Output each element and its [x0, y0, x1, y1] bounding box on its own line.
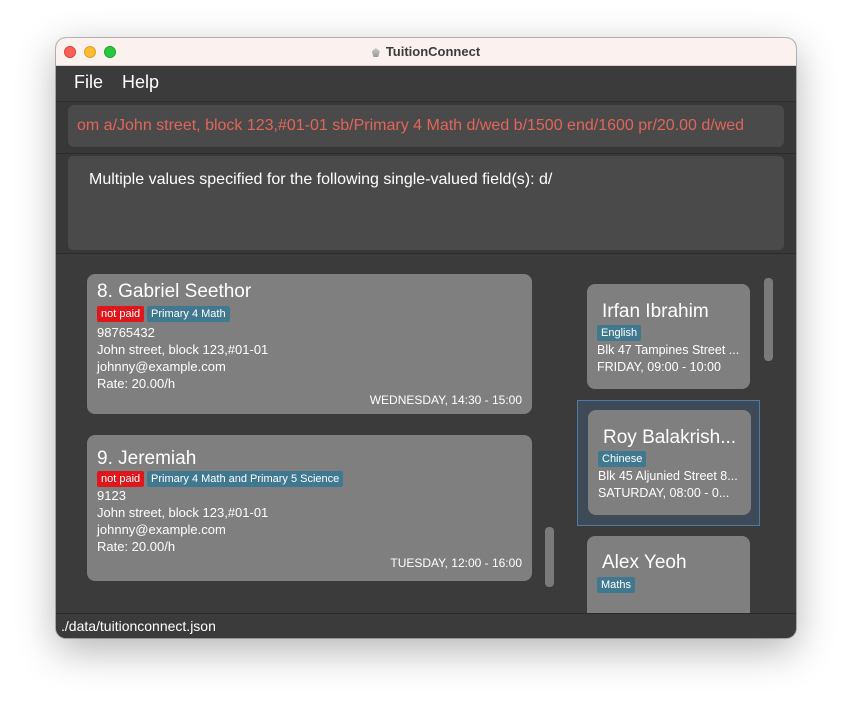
window-title-group: TuitionConnect [56, 44, 796, 59]
schedule-address: Blk 45 Aljunied Street 8... [598, 469, 738, 483]
student-card[interactable]: 8. Gabriel Seethor not paid Primary 4 Ma… [87, 274, 532, 414]
schedule-student-name: Alex Yeoh [602, 552, 687, 573]
subject-tag: Maths [597, 577, 635, 593]
student-email: johnny@example.com [97, 522, 226, 537]
window-title: TuitionConnect [385, 44, 481, 59]
menu-bar: File Help [56, 66, 796, 102]
student-lesson-slot: WEDNESDAY, 14:30 - 15:00 [369, 393, 522, 407]
student-address: John street, block 123,#01-01 [97, 505, 269, 520]
subject-tag: Primary 4 Math and Primary 5 Science [147, 471, 344, 487]
student-card[interactable]: 9. Jeremiah not paid Primary 4 Math and … [87, 435, 532, 581]
title-bar: TuitionConnect [56, 38, 796, 66]
student-phone: 9123 [97, 488, 126, 503]
student-phone: 98765432 [97, 325, 155, 340]
app-icon [371, 48, 380, 57]
payment-status-badge: not paid [97, 471, 145, 487]
payment-status-badge: not paid [97, 306, 145, 322]
data-file-path: ./data/tuitionconnect.json [61, 618, 216, 634]
command-input[interactable] [68, 105, 784, 147]
subject-tag: Primary 4 Math [147, 306, 230, 322]
student-address: John street, block 123,#01-01 [97, 342, 269, 357]
menu-help[interactable]: Help [122, 72, 159, 93]
list-area: 8. Gabriel Seethor not paid Primary 4 Ma… [56, 255, 796, 613]
schedule-address: Blk 47 Tampines Street ... [597, 343, 740, 357]
student-email: johnny@example.com [97, 359, 226, 374]
subject-tag: Chinese [598, 451, 647, 467]
schedule-student-name: Irfan Ibrahim [602, 301, 709, 322]
status-bar: ./data/tuitionconnect.json [56, 613, 796, 638]
student-name: 9. Jeremiah [97, 448, 197, 469]
student-list-scrollbar[interactable] [545, 527, 554, 587]
student-lesson-slot: TUESDAY, 12:00 - 16:00 [390, 556, 522, 570]
schedule-student-name: Roy Balakrish... [603, 427, 737, 448]
schedule-card[interactable]: Alex Yeoh Maths [587, 536, 750, 613]
schedule-card-selected[interactable]: Roy Balakrish... Chinese Blk 45 Aljunied… [588, 410, 751, 515]
student-rate: Rate: 20.00/h [97, 376, 176, 391]
student-name: 8. Gabriel Seethor [97, 281, 252, 302]
schedule-slot: SATURDAY, 08:00 - 0... [598, 486, 730, 500]
app-window: TuitionConnect File Help Multiple values… [56, 38, 796, 638]
command-area [56, 102, 796, 154]
result-display: Multiple values specified for the follow… [68, 156, 784, 250]
menu-file[interactable]: File [74, 72, 103, 93]
student-rate: Rate: 20.00/h [97, 539, 176, 554]
schedule-card[interactable]: Irfan Ibrahim English Blk 47 Tampines St… [587, 284, 750, 389]
schedule-slot: FRIDAY, 09:00 - 10:00 [597, 360, 721, 374]
result-area: Multiple values specified for the follow… [56, 154, 796, 254]
subject-tag: English [597, 325, 642, 341]
schedule-list-scrollbar[interactable] [764, 278, 773, 361]
